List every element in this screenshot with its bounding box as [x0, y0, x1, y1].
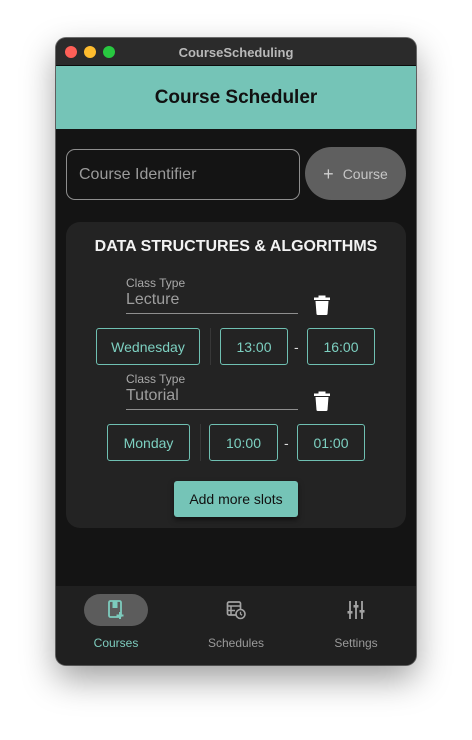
class-type-field[interactable]: Lecture [126, 290, 298, 314]
nav-item-courses[interactable]: Courses [56, 586, 176, 665]
start-time-selector[interactable]: 13:00 [220, 328, 288, 365]
course-identifier-input[interactable] [66, 149, 300, 200]
end-time-selector[interactable]: 16:00 [307, 328, 375, 365]
class-type-label: Class Type [126, 276, 186, 290]
add-course-button[interactable]: + Course [305, 147, 406, 200]
class-type-field[interactable]: Tutorial [126, 386, 298, 410]
courses-icon [108, 600, 124, 619]
window-title: CourseScheduling [178, 45, 294, 60]
schedules-icon [226, 601, 246, 620]
add-course-label: Course [342, 165, 388, 182]
page-title: Course Scheduler [154, 86, 318, 108]
plus-icon: + [323, 163, 334, 184]
nav-label-settings: Settings [334, 636, 378, 650]
class-type-label: Class Type [126, 372, 186, 386]
end-time-selector[interactable]: 01:00 [297, 424, 365, 461]
nav-item-schedules[interactable]: Schedules [176, 586, 296, 665]
title-bar: CourseScheduling [56, 38, 416, 66]
day-selector[interactable]: Wednesday [96, 328, 200, 365]
day-selector[interactable]: Monday [107, 424, 190, 461]
app-bar: Course Scheduler [56, 66, 416, 129]
course-title: DATA STRUCTURES & ALGORITHMS [94, 238, 378, 255]
app-window: CourseScheduling Course Scheduler + Cour… [56, 38, 416, 665]
delete-slot-icon[interactable] [314, 391, 330, 411]
nav-label-schedules: Schedules [207, 636, 265, 650]
delete-slot-icon[interactable] [314, 295, 330, 315]
divider [200, 424, 201, 461]
time-separator: - [294, 339, 299, 355]
course-card: DATA STRUCTURES & ALGORITHMS Class Type … [66, 222, 406, 528]
start-time-selector[interactable]: 10:00 [209, 424, 278, 461]
nav-label-courses: Courses [93, 636, 139, 650]
add-more-slots-button[interactable]: Add more slots [174, 481, 298, 517]
divider [210, 328, 211, 365]
time-separator: - [284, 435, 289, 451]
settings-icon [347, 601, 365, 619]
bottom-navigation: Courses Schedules Settings [56, 586, 416, 665]
nav-item-settings[interactable]: Settings [296, 586, 416, 665]
